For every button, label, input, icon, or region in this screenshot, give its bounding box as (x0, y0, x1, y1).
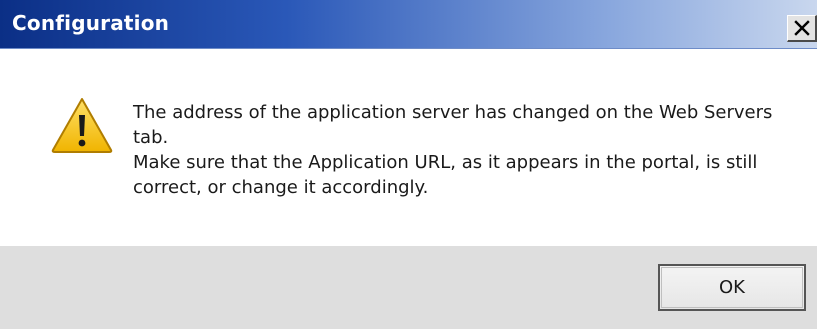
close-button[interactable] (787, 15, 817, 42)
message-area: The address of the application server ha… (0, 49, 817, 246)
configuration-dialog: Configuration The address of the applica… (0, 0, 817, 329)
ok-button[interactable]: OK (658, 264, 806, 311)
window-title: Configuration (12, 11, 170, 35)
message-line-1: The address of the application server ha… (133, 102, 773, 148)
warning-icon (51, 98, 113, 153)
message-line-2: Make sure that the Application URL, as i… (133, 152, 758, 198)
title-bar[interactable]: Configuration (0, 0, 817, 49)
close-icon (793, 20, 810, 36)
button-bar: OK (0, 246, 817, 329)
message-text: The address of the application server ha… (133, 100, 803, 200)
